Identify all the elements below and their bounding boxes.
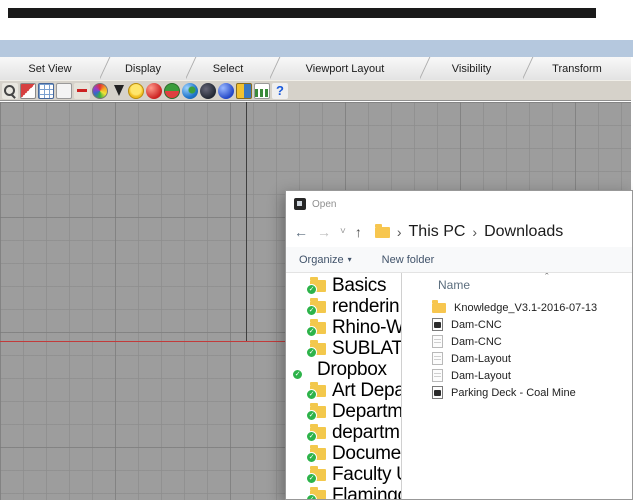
rhino-icon-toolbar: ? — [0, 80, 631, 101]
tree-item[interactable]: Basics — [286, 275, 401, 296]
folder-sync-icon — [306, 297, 326, 316]
tree-item[interactable]: departm — [286, 422, 401, 443]
organize-button[interactable]: Organize ▾ — [299, 254, 352, 266]
sync-check-icon: ✓ — [292, 368, 303, 380]
screenshot-stage: Set View Display Select Viewport Layout … — [0, 0, 633, 500]
rhino-toolbar-tabs: Set View Display Select Viewport Layout … — [0, 57, 631, 81]
breadcrumb-chevron[interactable]: › — [397, 224, 402, 240]
new-folder-button[interactable]: New folder — [382, 254, 435, 266]
file-icon — [432, 369, 443, 382]
file-list-pane[interactable]: Name ˆ Knowledge_V3.1-2016-07-13 Dam-CNC… — [402, 273, 632, 499]
dialog-title-bar[interactable]: Open — [286, 191, 632, 217]
file-icon — [432, 352, 443, 365]
up-button[interactable]: ↑ — [355, 225, 362, 239]
folder-sync-icon — [306, 423, 326, 442]
folder-sync-icon — [306, 339, 326, 358]
page-icon[interactable] — [56, 82, 72, 99]
file-row[interactable]: Dam-CNC — [402, 316, 632, 333]
rhino-file-icon — [432, 318, 443, 331]
open-file-dialog: Open ← → ˅ ↑ › This PC › Downloads Organ… — [285, 190, 633, 500]
tree-item[interactable]: renderin — [286, 296, 401, 317]
material-melon-icon[interactable] — [164, 82, 180, 99]
viewport-y-axis — [246, 102, 247, 341]
back-button[interactable]: ← — [294, 225, 308, 239]
help-icon[interactable]: ? — [272, 82, 288, 99]
earth-icon[interactable] — [182, 82, 198, 99]
tab-select[interactable]: Select — [186, 57, 270, 80]
file-row[interactable]: Dam-CNC — [402, 333, 632, 350]
folder-sync-icon — [306, 318, 326, 337]
remove-icon[interactable] — [74, 82, 90, 99]
material-blue-icon[interactable] — [218, 82, 234, 99]
tree-item[interactable]: Docume — [286, 443, 401, 464]
folder-sync-icon — [306, 444, 326, 463]
sort-ascending-icon: ˆ — [545, 273, 549, 284]
tree-item[interactable]: Art Depa — [286, 380, 401, 401]
folder-sync-icon — [306, 486, 326, 499]
folder-tree-pane[interactable]: Basics renderin Rhino-W SUBLATI ✓ Dropbo… — [286, 273, 402, 499]
light-icon[interactable] — [128, 82, 144, 99]
file-row[interactable]: Parking Deck - Coal Mine — [402, 384, 632, 401]
tab-viewport-layout[interactable]: Viewport Layout — [270, 57, 420, 80]
chart-icon[interactable] — [254, 82, 270, 99]
earth-dark-icon[interactable] — [200, 82, 216, 99]
palette-icon[interactable] — [92, 82, 108, 99]
breadcrumb-chevron[interactable]: › — [472, 224, 477, 240]
folder-sync-icon — [306, 276, 326, 295]
tab-display[interactable]: Display — [100, 57, 186, 80]
tree-item[interactable]: SUBLATI — [286, 338, 401, 359]
file-row[interactable]: Dam-Layout — [402, 350, 632, 367]
organize-caret-icon: ▾ — [347, 255, 352, 264]
tree-item[interactable]: Flamingo — [286, 485, 401, 499]
viewport-x-axis — [0, 341, 286, 342]
folder-sync-icon — [306, 381, 326, 400]
column-header-name[interactable]: Name — [438, 278, 470, 292]
tree-item[interactable]: Departm — [286, 401, 401, 422]
breadcrumb-downloads[interactable]: Downloads — [484, 223, 563, 241]
rhino-file-icon — [432, 386, 443, 399]
blocks-icon[interactable] — [236, 82, 252, 99]
grid-table-icon[interactable] — [38, 82, 54, 99]
folder-sync-icon — [306, 402, 326, 421]
breadcrumb: › This PC › Downloads — [374, 223, 563, 241]
folder-sync-icon — [306, 465, 326, 484]
file-row[interactable]: Dam-Layout — [402, 367, 632, 384]
tab-transform[interactable]: Transform — [523, 57, 631, 80]
folder-icon — [432, 299, 446, 313]
dialog-body: Basics renderin Rhino-W SUBLATI ✓ Dropbo… — [286, 273, 632, 499]
dialog-system-icon — [294, 198, 306, 210]
file-row[interactable]: Knowledge_V3.1-2016-07-13 — [402, 299, 632, 316]
tab-set-view[interactable]: Set View — [0, 57, 100, 80]
forward-button[interactable]: → — [317, 225, 331, 239]
material-red-icon[interactable] — [146, 82, 162, 99]
cursor-icon[interactable] — [110, 83, 126, 99]
tree-item[interactable]: Faculty U — [286, 464, 401, 485]
dropbox-icon: ✓ — [292, 362, 311, 380]
history-dropdown-icon[interactable]: ˅ — [340, 227, 346, 237]
dialog-command-bar: Organize ▾ New folder — [286, 247, 632, 273]
breadcrumb-this-pc[interactable]: This PC — [409, 223, 466, 241]
location-folder-icon — [374, 223, 390, 238]
dialog-title: Open — [312, 198, 337, 210]
clipping-plane-icon[interactable] — [20, 82, 36, 99]
zoom-icon[interactable] — [2, 82, 18, 99]
tab-visibility[interactable]: Visibility — [420, 57, 523, 80]
tree-item-dropbox[interactable]: ✓ Dropbox — [286, 359, 401, 380]
dialog-address-bar: ← → ˅ ↑ › This PC › Downloads — [286, 217, 632, 247]
file-icon — [432, 335, 443, 348]
window-menu-bar — [0, 40, 633, 57]
top-dark-strip — [8, 8, 596, 18]
tree-item[interactable]: Rhino-W — [286, 317, 401, 338]
